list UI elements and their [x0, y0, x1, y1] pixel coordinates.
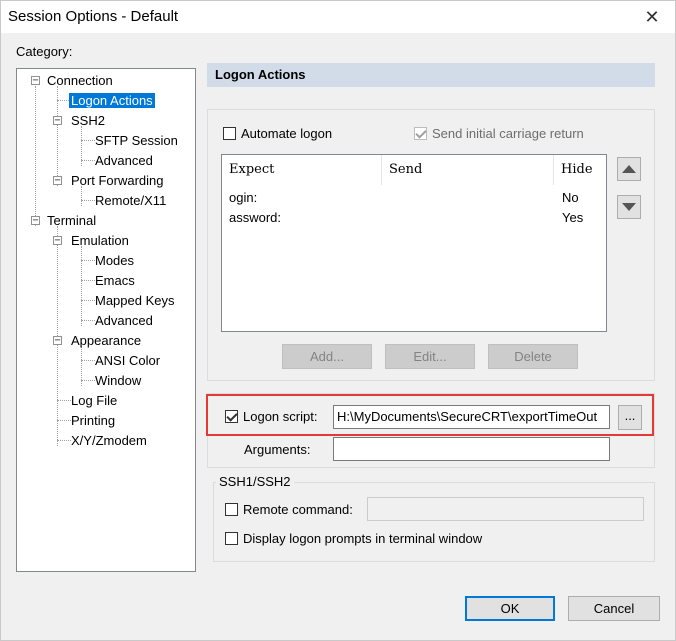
cell-expect: ogin:	[229, 190, 258, 205]
session-options-dialog: Session Options - Default ✕ Category: − …	[0, 0, 676, 641]
add-button[interactable]: Add...	[282, 344, 372, 369]
terminal-collapse-icon[interactable]: −	[31, 216, 40, 226]
remote-command-box[interactable]	[225, 503, 238, 516]
move-up-button[interactable]	[617, 157, 641, 181]
category-tree[interactable]: − Connection Logon Actions − SSH2 SFTP S…	[16, 68, 196, 572]
expect-send-table[interactable]: Expect Send Hide ogin: No assword: Yes	[221, 154, 607, 332]
tree-item-xyzmodem[interactable]: X/Y/Zmodem	[69, 432, 149, 450]
remote-command-checkbox[interactable]: Remote command:	[225, 502, 353, 517]
triangle-down-icon	[622, 203, 636, 211]
tree-item-ssh2-advanced[interactable]: Advanced	[93, 152, 155, 170]
cell-expect: assword:	[229, 210, 282, 225]
send-initial-cr-label: Send initial carriage return	[432, 126, 584, 141]
tree-item-remote-x11[interactable]: Remote/X11	[93, 192, 168, 210]
tree-item-appearance[interactable]: Appearance	[69, 332, 143, 350]
column-hide[interactable]: Hide	[554, 155, 606, 185]
move-down-button[interactable]	[617, 195, 641, 219]
tree-item-log-file[interactable]: Log File	[69, 392, 119, 410]
category-label: Category:	[16, 44, 73, 59]
window-title: Session Options - Default	[8, 8, 179, 25]
automate-logon-box[interactable]	[223, 127, 236, 140]
display-prompts-checkbox[interactable]: Display logon prompts in terminal window	[225, 531, 482, 546]
tree-item-connection[interactable]: Connection	[45, 72, 115, 90]
ssh-group-caption: SSH1/SSH2	[216, 474, 294, 489]
browse-button[interactable]: ...	[618, 405, 642, 430]
arguments-input[interactable]	[333, 437, 610, 461]
tree-item-emulation-advanced[interactable]: Advanced	[93, 312, 155, 330]
triangle-up-icon	[622, 165, 636, 173]
tree-item-emulation[interactable]: Emulation	[69, 232, 131, 250]
tree-item-modes[interactable]: Modes	[93, 252, 136, 270]
column-send[interactable]: Send	[382, 155, 554, 185]
section-header: Logon Actions	[207, 63, 655, 87]
ssh-group	[213, 482, 655, 562]
automate-logon-checkbox[interactable]: Automate logon	[223, 126, 332, 141]
arguments-label: Arguments:	[244, 442, 311, 457]
table-header: Expect Send Hide	[222, 155, 606, 185]
tree-item-printing[interactable]: Printing	[69, 412, 117, 430]
ok-button[interactable]: OK	[465, 596, 555, 621]
logon-script-input[interactable]: H:\MyDocuments\SecureCRT\exportTimeOut	[333, 405, 610, 429]
tree-item-sftp-session[interactable]: SFTP Session	[93, 132, 180, 150]
delete-button[interactable]: Delete	[488, 344, 578, 369]
column-expect[interactable]: Expect	[222, 155, 382, 185]
remote-command-label: Remote command:	[243, 502, 353, 517]
logon-script-checkbox[interactable]: Logon script:	[225, 409, 317, 424]
ssh2-collapse-icon[interactable]: −	[53, 116, 62, 126]
send-initial-cr-box[interactable]	[414, 127, 427, 140]
display-prompts-label: Display logon prompts in terminal window	[243, 531, 483, 546]
table-row[interactable]: assword: Yes	[222, 208, 606, 228]
tree-item-terminal[interactable]: Terminal	[45, 212, 98, 230]
edit-button[interactable]: Edit...	[385, 344, 475, 369]
remote-command-input[interactable]	[367, 497, 644, 521]
tree-item-logon-actions[interactable]: Logon Actions	[69, 92, 155, 110]
automate-logon-label: Automate logon	[241, 126, 333, 141]
appearance-collapse-icon[interactable]: −	[53, 336, 62, 346]
cell-hide: Yes	[562, 210, 584, 225]
cancel-button[interactable]: Cancel	[568, 596, 660, 621]
display-prompts-box[interactable]	[225, 532, 238, 545]
tree-item-ansi-color[interactable]: ANSI Color	[93, 352, 162, 370]
cell-hide: No	[562, 190, 579, 205]
tree-item-ssh2[interactable]: SSH2	[69, 112, 107, 130]
table-row[interactable]: ogin: No	[222, 188, 606, 208]
tree-item-port-forwarding[interactable]: Port Forwarding	[69, 172, 165, 190]
send-initial-cr-checkbox[interactable]: Send initial carriage return	[414, 126, 584, 141]
tree-item-mapped-keys[interactable]: Mapped Keys	[93, 292, 177, 310]
port-forwarding-collapse-icon[interactable]: −	[53, 176, 62, 186]
emulation-collapse-icon[interactable]: −	[53, 236, 62, 246]
tree-item-emacs[interactable]: Emacs	[93, 272, 137, 290]
connection-collapse-icon[interactable]: −	[31, 76, 40, 86]
title-bar: Session Options - Default ✕	[1, 1, 675, 33]
logon-script-box[interactable]	[225, 410, 238, 423]
close-icon[interactable]: ✕	[629, 1, 675, 33]
logon-script-label: Logon script:	[243, 409, 318, 424]
tree-item-window[interactable]: Window	[93, 372, 143, 390]
